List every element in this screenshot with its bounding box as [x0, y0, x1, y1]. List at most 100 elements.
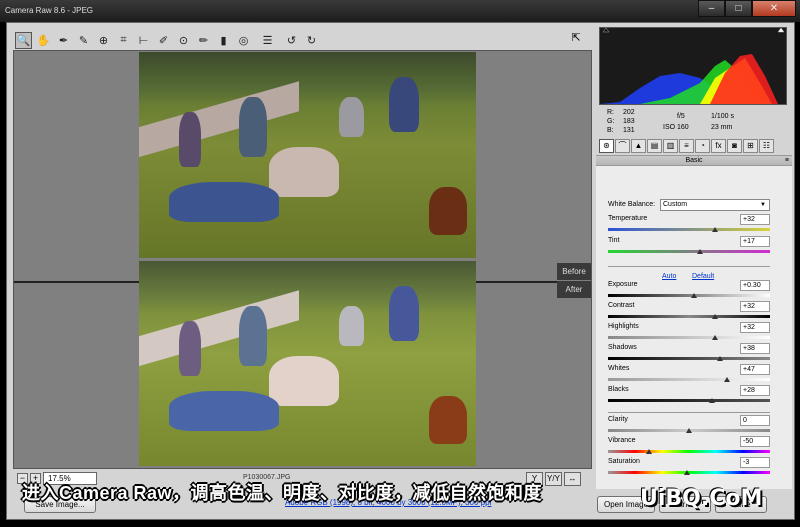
swap-before-after-button[interactable]: ↔: [564, 472, 581, 486]
r-value: 202: [623, 109, 635, 116]
right-panel: R: 202 G: 183 B: 131 f/5 1/100 s ISO 160…: [596, 23, 792, 489]
white-balance-value: Custom: [663, 201, 688, 208]
shadows-slider-thumb[interactable]: [716, 356, 723, 361]
saturation-slider-thumb[interactable]: [683, 470, 690, 475]
blacks-value-field[interactable]: +28: [740, 385, 770, 396]
panel-tab-6[interactable]: ◔: [695, 139, 710, 153]
highlights-slider[interactable]: [608, 336, 770, 339]
fullscreen-icon[interactable]: ⇱: [569, 31, 583, 45]
shadows-value-field[interactable]: +38: [740, 343, 770, 354]
clarity-label: Clarity: [608, 416, 628, 423]
preferences-icon[interactable]: ☰: [259, 32, 276, 49]
exposure-slider[interactable]: [608, 294, 770, 297]
temperature-label: Temperature: [608, 215, 648, 222]
preview-area[interactable]: Before After: [13, 50, 592, 469]
whites-label: Whites: [608, 365, 630, 372]
before-image: [139, 52, 476, 258]
whites-slider-thumb[interactable]: [724, 377, 731, 382]
white-balance-select[interactable]: Custom ▼: [660, 199, 770, 211]
close-button[interactable]: ✕: [752, 0, 796, 17]
vibrance-value-field[interactable]: -50: [740, 436, 770, 447]
clarity-slider-thumb[interactable]: [686, 428, 692, 433]
chevron-down-icon: ▼: [760, 202, 766, 208]
red-eye-tool-icon[interactable]: ⊙: [175, 32, 192, 49]
panel-tab-4[interactable]: ▥: [663, 139, 678, 153]
rotate-left-icon[interactable]: ↺: [283, 32, 300, 49]
zoom-tool-icon[interactable]: 🔍: [15, 31, 32, 49]
straighten-tool-icon[interactable]: ⊢: [135, 32, 152, 49]
tint-value-field[interactable]: +17: [740, 236, 770, 247]
g-label: G:: [607, 118, 615, 125]
graduated-filter-icon[interactable]: ▮: [215, 32, 232, 49]
temperature-slider-thumb[interactable]: [711, 227, 718, 232]
hand-tool-icon[interactable]: ✋: [35, 32, 52, 49]
camera-raw-dialog: 🔍 ✋ ✒ ✎ ⊕ ⌗ ⊢ ✐ ⊙ ✏ ▮ ◎ ☰ ↺ ↻ ⇱ Before After −: [6, 22, 795, 520]
white-balance-label: White Balance:: [608, 201, 656, 208]
maximize-button[interactable]: □: [725, 0, 752, 17]
iso: ISO 160: [663, 124, 689, 131]
temperature-slider[interactable]: [608, 228, 770, 231]
contrast-value-field[interactable]: +32: [740, 301, 770, 312]
highlights-label: Highlights: [608, 323, 639, 330]
panel-tab-8[interactable]: ◙: [727, 139, 742, 153]
tint-slider-thumb[interactable]: [697, 249, 704, 254]
aperture: f/5: [677, 113, 685, 120]
separator: [608, 266, 770, 267]
highlights-slider-thumb[interactable]: [711, 335, 718, 340]
shadows-label: Shadows: [608, 344, 637, 351]
saturation-value-field[interactable]: -3: [740, 457, 770, 468]
rotate-right-icon[interactable]: ↻: [303, 32, 320, 49]
focal-length: 23 mm: [711, 124, 733, 131]
color-sampler-tool-icon[interactable]: ✎: [75, 32, 92, 49]
blacks-label: Blacks: [608, 386, 629, 393]
crop-tool-icon[interactable]: ⌗: [115, 32, 132, 49]
blacks-slider[interactable]: [608, 399, 770, 402]
panel-tab-3[interactable]: ▤: [647, 139, 662, 153]
shadows-slider[interactable]: [608, 357, 770, 360]
clarity-value-field[interactable]: 0: [740, 415, 770, 426]
b-label: B:: [607, 127, 614, 134]
panel-title-text: Basic: [685, 157, 703, 164]
blacks-slider-thumb[interactable]: [708, 398, 715, 403]
window-title: Camera Raw 8.6 - JPEG: [5, 6, 94, 15]
panel-menu-icon[interactable]: ≡: [785, 156, 789, 166]
adjustment-brush-icon[interactable]: ✏: [195, 32, 212, 49]
highlights-value-field[interactable]: +32: [740, 322, 770, 333]
separator: [608, 412, 770, 413]
white-balance-tool-icon[interactable]: ✒: [55, 32, 72, 49]
rgb-readout: R: 202 G: 183 B: 131 f/5 1/100 s ISO 160…: [599, 107, 787, 135]
tint-label: Tint: [608, 237, 620, 244]
contrast-slider-thumb[interactable]: [711, 314, 718, 319]
panel-tab-10[interactable]: ☷: [759, 139, 774, 153]
histogram-graph: [600, 28, 785, 104]
targeted-adjustment-tool-icon[interactable]: ⊕: [95, 32, 112, 49]
panel-tab-2[interactable]: ▲: [631, 139, 646, 153]
panel-tab-0[interactable]: ⊛: [599, 139, 614, 153]
spot-removal-tool-icon[interactable]: ✐: [155, 32, 172, 49]
after-label: After: [557, 281, 591, 298]
panel-tab-1[interactable]: ⌒: [615, 139, 630, 153]
temperature-value-field[interactable]: +32: [740, 214, 770, 225]
panel-tab-9[interactable]: ⊞: [743, 139, 758, 153]
panel-tab-7[interactable]: fx: [711, 139, 726, 153]
exposure-value-field[interactable]: +0.30: [740, 280, 770, 291]
whites-slider[interactable]: [608, 378, 770, 381]
site-watermark: UiBQ.CoM: [640, 486, 763, 511]
vibrance-slider-thumb[interactable]: [645, 449, 652, 454]
auto-link[interactable]: Auto: [662, 273, 676, 280]
panel-tab-5[interactable]: ≡: [679, 139, 694, 153]
tint-slider[interactable]: [608, 250, 770, 253]
contrast-slider[interactable]: [608, 315, 770, 318]
title-bar: Camera Raw 8.6 - JPEG – □ ✕: [0, 0, 800, 22]
basic-panel: White Balance: Custom ▼ Auto Default Tem…: [596, 166, 792, 489]
default-link[interactable]: Default: [692, 273, 714, 280]
minimize-button[interactable]: –: [698, 0, 725, 17]
whites-value-field[interactable]: +47: [740, 364, 770, 375]
exposure-slider-thumb[interactable]: [690, 293, 697, 298]
radial-filter-icon[interactable]: ◎: [235, 32, 252, 49]
tutorial-caption: 进入Camera Raw，调高色温、明度、对比度，减低自然饱和度: [22, 483, 543, 503]
vibrance-slider[interactable]: [608, 450, 770, 453]
panel-tabs: ⊛ ⌒ ▲ ▤ ▥ ≡ ◔ fx ◙ ⊞ ☷: [596, 139, 792, 154]
view-mode-split-button[interactable]: Y/Y: [545, 472, 562, 486]
vibrance-label: Vibrance: [608, 437, 636, 444]
